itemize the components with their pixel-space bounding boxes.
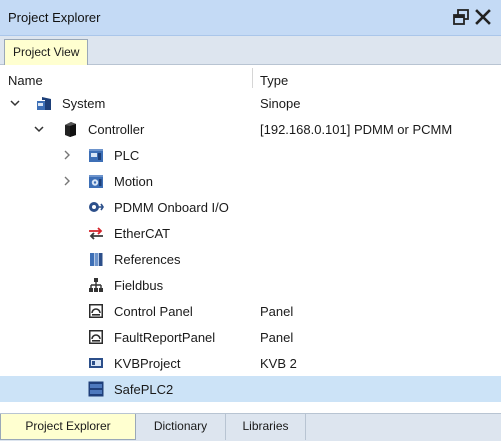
tree-item-type: Panel bbox=[260, 330, 294, 345]
tree-item-label: KVBProject bbox=[114, 356, 181, 371]
tree-item-label: EtherCAT bbox=[114, 226, 171, 241]
tree-item-label: PDMM Onboard I/O bbox=[114, 200, 229, 215]
close-icon[interactable] bbox=[474, 7, 492, 27]
tree-item-ethercat[interactable]: EtherCAT bbox=[0, 220, 501, 246]
column-divider[interactable] bbox=[252, 68, 253, 88]
system-icon bbox=[36, 95, 52, 111]
tree-item-label: References bbox=[114, 252, 181, 267]
tree-item-motion[interactable]: Motion bbox=[0, 168, 501, 194]
panel-icon bbox=[88, 329, 104, 345]
float-window-icon[interactable] bbox=[452, 7, 470, 27]
tree-item-label: FaultReportPanel bbox=[114, 330, 216, 345]
tree-item-label: Controller bbox=[88, 122, 145, 137]
tree-item-safeplc2[interactable]: SafePLC2 bbox=[0, 376, 501, 402]
panel-title-bar[interactable]: Project Explorer bbox=[0, 0, 501, 36]
bottom-tab-strip: Project Explorer Dictionary Libraries bbox=[0, 413, 501, 441]
tree-item-references[interactable]: References bbox=[0, 246, 501, 272]
column-header-row: Name Type bbox=[0, 66, 501, 90]
tree-item-label: Fieldbus bbox=[114, 278, 164, 293]
chevron-down-icon[interactable] bbox=[32, 122, 46, 136]
tree-item-label: System bbox=[62, 96, 106, 111]
onboard-io-icon bbox=[88, 199, 104, 215]
chevron-right-icon[interactable] bbox=[60, 174, 74, 188]
tree-item-pdmm-onboard-io[interactable]: PDMM Onboard I/O bbox=[0, 194, 501, 220]
panel-title: Project Explorer bbox=[8, 10, 101, 25]
tree-item-kvbproject[interactable]: KVBProject KVB 2 bbox=[0, 350, 501, 376]
tree-item-type: Panel bbox=[260, 304, 294, 319]
tree-item-plc[interactable]: PLC bbox=[0, 142, 501, 168]
motion-icon bbox=[88, 173, 104, 189]
tree-item-system[interactable]: System Sinope bbox=[0, 90, 501, 116]
chevron-right-icon[interactable] bbox=[60, 148, 74, 162]
tree-item-label: SafePLC2 bbox=[114, 382, 174, 397]
tree-item-type: KVB 2 bbox=[260, 356, 297, 371]
tree-item-type: [192.168.0.101] PDMM or PCMM bbox=[260, 122, 453, 137]
chevron-down-icon[interactable] bbox=[8, 96, 22, 110]
tab-libraries[interactable]: Libraries bbox=[226, 414, 306, 440]
panel-icon bbox=[88, 303, 104, 319]
plc-icon bbox=[88, 147, 104, 163]
project-tree: System Sinope Controller [192.168.0.101]… bbox=[0, 90, 501, 408]
tree-item-control-panel[interactable]: Control Panel Panel bbox=[0, 298, 501, 324]
ethercat-icon bbox=[88, 225, 104, 241]
tree-item-fieldbus[interactable]: Fieldbus bbox=[0, 272, 501, 298]
tree-item-label: Motion bbox=[114, 174, 154, 189]
project-explorer-panel: Project Explorer Project View Name Type bbox=[0, 0, 501, 441]
tree-item-controller[interactable]: Controller [192.168.0.101] PDMM or PCMM bbox=[0, 116, 501, 142]
tree-item-label: Control Panel bbox=[114, 304, 193, 319]
tree-item-type: Sinope bbox=[260, 96, 301, 111]
fieldbus-icon bbox=[88, 277, 104, 293]
tab-project-explorer[interactable]: Project Explorer bbox=[0, 414, 136, 440]
column-header-type[interactable]: Type bbox=[260, 73, 288, 88]
view-tab-strip: Project View bbox=[0, 36, 501, 65]
tree-item-label: PLC bbox=[114, 148, 140, 163]
tree-item-faultreportpanel[interactable]: FaultReportPanel Panel bbox=[0, 324, 501, 350]
tab-dictionary[interactable]: Dictionary bbox=[136, 414, 226, 440]
tab-project-view[interactable]: Project View bbox=[4, 39, 89, 65]
column-header-name[interactable]: Name bbox=[8, 73, 43, 88]
controller-icon bbox=[62, 121, 78, 137]
references-icon bbox=[88, 251, 104, 267]
safeplc-icon bbox=[88, 381, 104, 397]
kvb-project-icon bbox=[88, 355, 104, 371]
